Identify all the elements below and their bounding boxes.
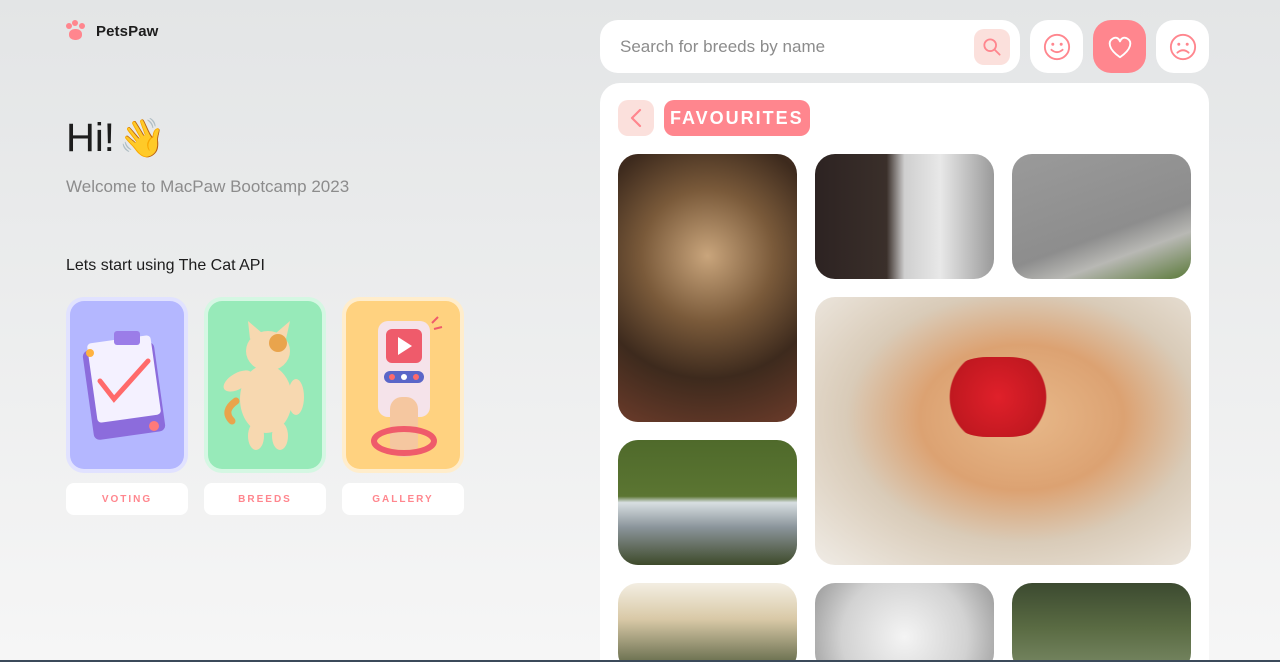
red-bow	[943, 357, 1053, 437]
cat-figure-icon[interactable]	[204, 297, 326, 473]
app-logo[interactable]: PetsPaw	[66, 20, 158, 42]
sad-face-icon	[1169, 33, 1196, 60]
nav-card-voting[interactable]: VOTING	[66, 297, 188, 515]
greeting-subtitle: Welcome to MacPaw Bootcamp 2023	[66, 177, 350, 196]
page: PetsPaw Hi! 👋 Welcome to MacPaw Bootcamp…	[0, 0, 1280, 662]
greeting-text: Hi!	[66, 116, 115, 160]
likes-button[interactable]	[1030, 20, 1083, 73]
photo-tabby-kitten[interactable]	[618, 154, 797, 422]
photo-ginger-cat-red-bow[interactable]	[815, 297, 1191, 565]
photo-white-cat[interactable]	[815, 583, 994, 662]
phone-in-hand-icon[interactable]	[342, 297, 464, 473]
smile-icon	[1043, 33, 1070, 60]
clipboard-checklist-icon[interactable]	[66, 297, 188, 473]
section-title: FAVOURITES	[664, 100, 810, 136]
photo-cat-on-pavement[interactable]	[1012, 154, 1191, 279]
search-bar	[600, 20, 1020, 73]
heart-icon	[1108, 36, 1131, 58]
chevron-left-icon	[630, 108, 642, 128]
favourites-panel: FAVOURITES	[600, 83, 1209, 662]
greeting-title: Hi! 👋	[66, 116, 166, 161]
search-icon	[983, 37, 1001, 56]
search-button[interactable]	[974, 28, 1010, 65]
app-name: PetsPaw	[96, 22, 159, 40]
waving-hand-icon: 👋	[118, 117, 167, 160]
gallery-button[interactable]: GALLERY	[342, 483, 464, 515]
photo-cat-outdoors[interactable]	[1012, 583, 1191, 662]
search-input[interactable]	[620, 36, 974, 57]
photo-bird-and-cat[interactable]	[618, 583, 797, 662]
photo-cat-air-conditioner[interactable]	[815, 154, 994, 279]
nav-card-gallery[interactable]: GALLERY	[342, 297, 464, 515]
favourites-button[interactable]	[1093, 20, 1146, 73]
nav-card-breeds[interactable]: BREEDS	[204, 297, 326, 515]
photo-kittens-milk-bucket[interactable]	[618, 440, 797, 565]
back-button[interactable]	[618, 100, 654, 136]
nav-cards: VOTING BREEDS GALLERY	[66, 297, 464, 515]
voting-button[interactable]: VOTING	[66, 483, 188, 515]
intro-prompt: Lets start using The Cat API	[66, 257, 265, 274]
paw-icon	[66, 20, 88, 42]
breeds-button[interactable]: BREEDS	[204, 483, 326, 515]
dislikes-button[interactable]	[1156, 20, 1209, 73]
